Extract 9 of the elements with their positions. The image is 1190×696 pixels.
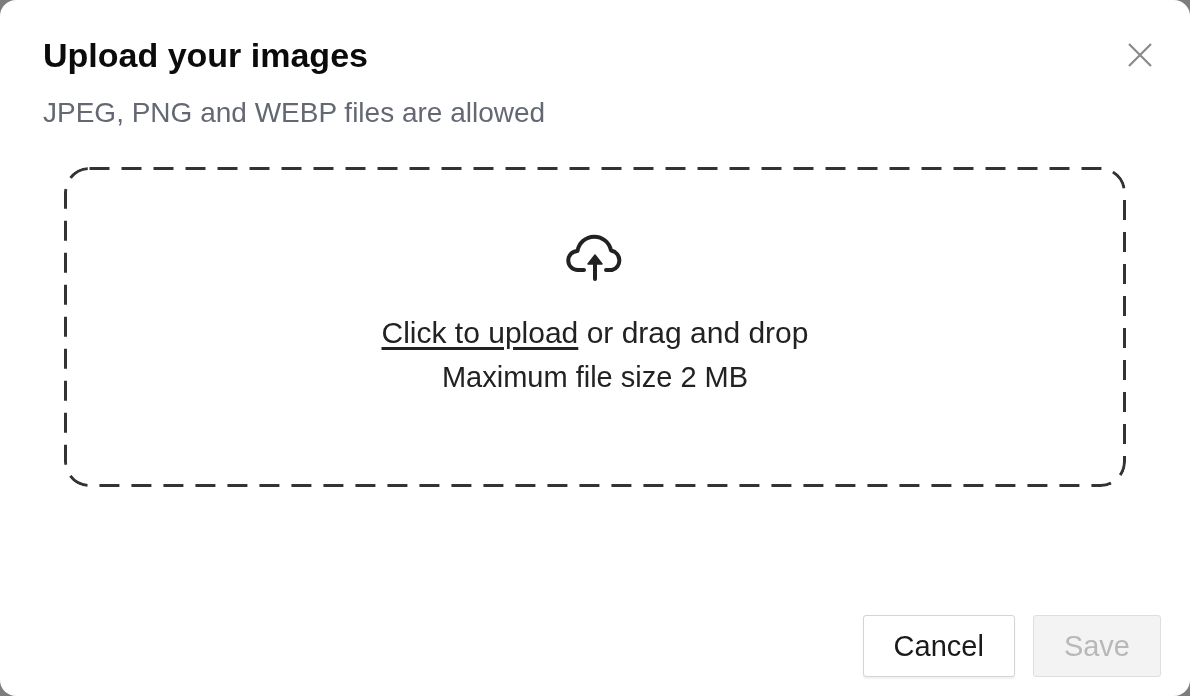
dialog-button[interactable]: Cancel: [862, 615, 1015, 677]
file-size-hint: Maximum file size 2 MB: [441, 360, 749, 395]
dialog-title: Upload your images: [43, 35, 369, 76]
close-button[interactable]: [1128, 43, 1152, 67]
close-icon: [1128, 43, 1152, 67]
upload-instruction: Click to upload or drag and drop: [381, 315, 809, 351]
dialog-subtitle: JPEG, PNG and WEBP files are allowed: [43, 96, 546, 130]
upload-dropzone[interactable]: Click to upload or drag and drop Maximum file size 2 MB: [64, 167, 1126, 487]
upload-link[interactable]: Click to upload: [381, 316, 579, 349]
